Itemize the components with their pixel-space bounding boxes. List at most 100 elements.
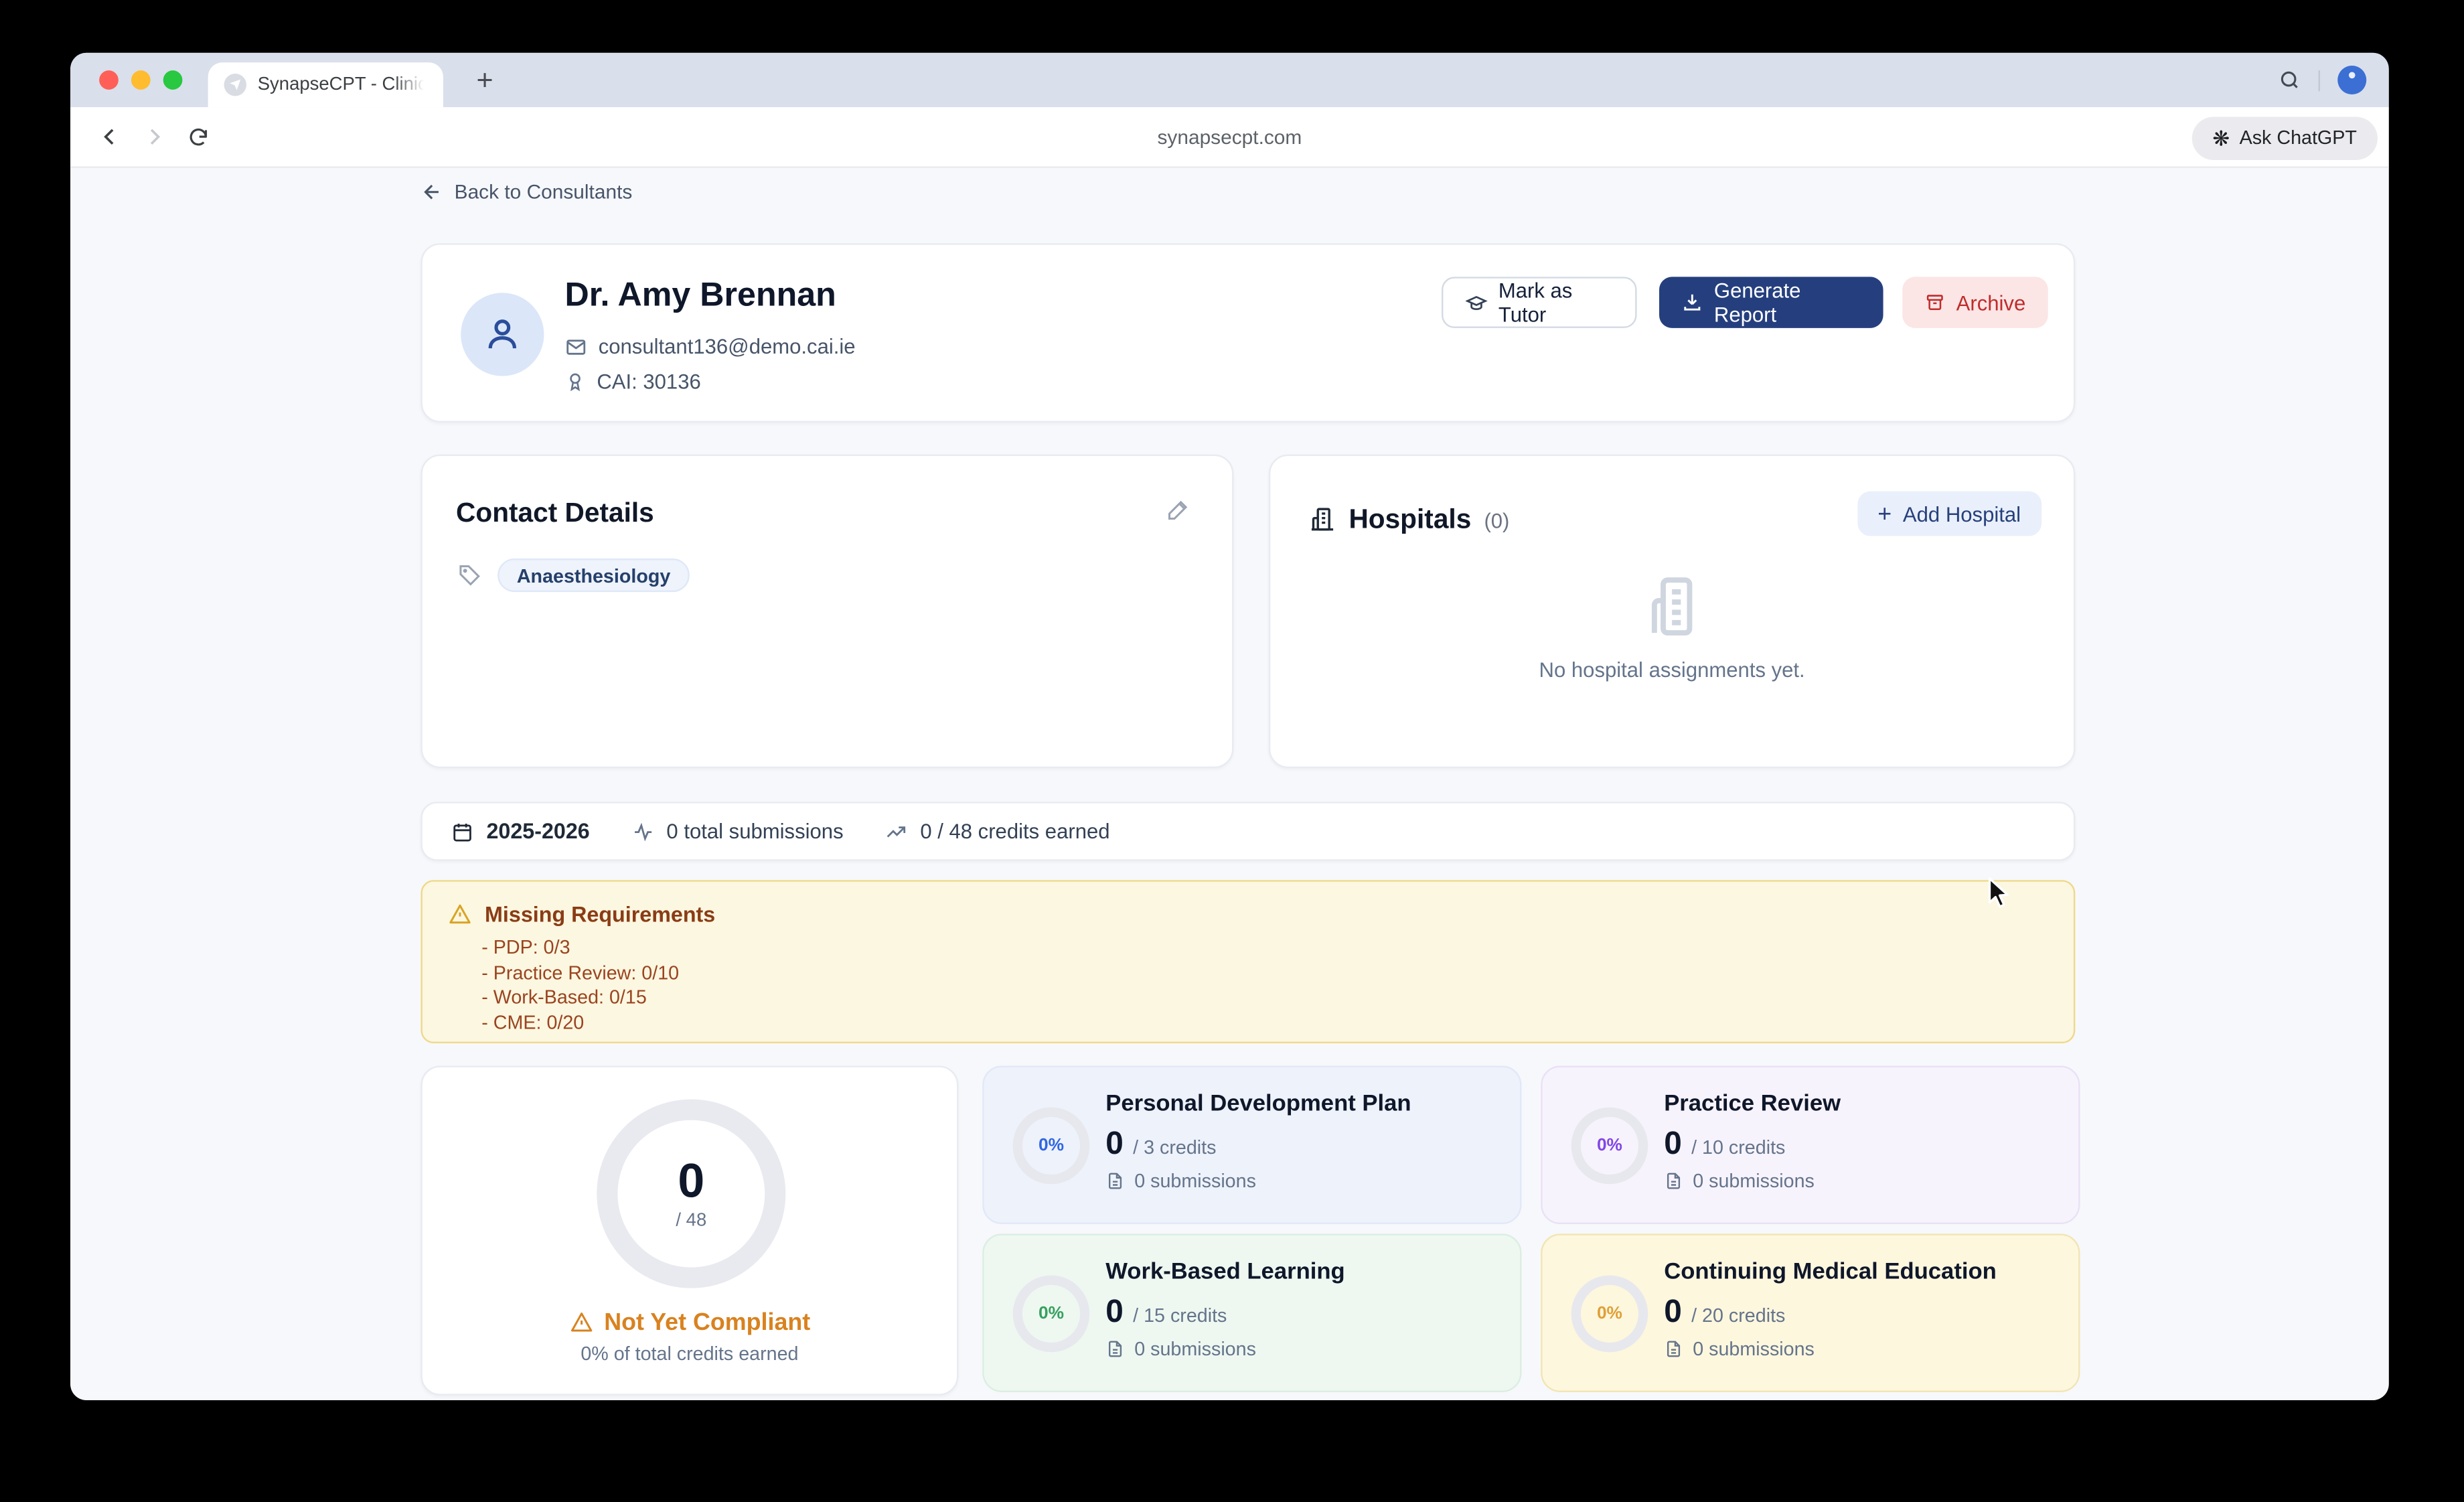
hospitals-title: Hospitals (1349, 504, 1471, 536)
missing-item: - Practice Review: 0/10 (481, 961, 679, 986)
period-stats-bar: 2025-2026 0 total submissions 0 / 48 cre… (420, 802, 2075, 860)
category-progress-ring: 0% (1571, 1108, 1648, 1185)
consultant-email: consultant136@demo.cai.ie (599, 334, 856, 358)
contact-details-title: Contact Details (456, 498, 654, 530)
hospitals-empty-text: No hospital assignments yet. (1270, 658, 2074, 682)
avatar (461, 293, 544, 376)
compliance-summary-card: 0 / 48 Not Yet Compliant 0% of total cre… (420, 1065, 958, 1395)
training-year: 2025-2026 (486, 819, 589, 843)
empty-hospital-icon (1270, 571, 2074, 642)
hospital-building-icon (1309, 506, 1336, 533)
missing-item: - Work-Based: 0/15 (481, 986, 679, 1010)
missing-requirements-list: - PDP: 0/3 - Practice Review: 0/10 - Wor… (481, 936, 679, 1035)
warning-triangle-icon (448, 903, 472, 927)
warning-triangle-icon (569, 1310, 593, 1335)
compliance-credits-total: / 48 (676, 1211, 706, 1230)
document-icon (1664, 1339, 1683, 1359)
graduation-cap-icon (1466, 291, 1487, 315)
contact-details-card: Contact Details Anaesthesiology (420, 455, 1233, 768)
browser-window: SynapseCPT - Clinica + synapsecpt.com (70, 53, 2389, 1400)
award-icon (565, 371, 586, 392)
category-submissions: 0 submissions (1134, 1170, 1256, 1192)
tab-title: SynapseCPT - Clinica (258, 75, 425, 94)
category-submissions: 0 submissions (1693, 1338, 1815, 1360)
search-icon[interactable] (2279, 69, 2301, 91)
add-hospital-button[interactable]: + Add Hospital (1857, 492, 2042, 536)
archive-icon (1925, 291, 1945, 313)
missing-item: - CME: 0/20 (481, 1010, 679, 1035)
reload-icon[interactable] (176, 126, 221, 148)
page-title: Dr. Amy Brennan (565, 277, 836, 315)
ask-chatgpt-button[interactable]: ❋ Ask ChatGPT (2191, 116, 2378, 159)
openai-logo-icon: ❋ (2212, 127, 2230, 148)
tab-favicon-icon (224, 74, 246, 96)
category-card-cme[interactable]: 0% Continuing Medical Education 0 / 20 cr… (1541, 1233, 2080, 1392)
calendar-icon (451, 820, 473, 842)
category-earned: 0 (1105, 1294, 1124, 1331)
category-submissions: 0 submissions (1693, 1170, 1815, 1192)
profile-header-card: Dr. Amy Brennan consultant136@demo.cai.i… (420, 243, 2075, 423)
divider (2319, 70, 2320, 90)
plus-icon: + (1877, 502, 1892, 526)
document-icon (1105, 1171, 1125, 1191)
category-progress-ring: 0% (1571, 1276, 1648, 1353)
ask-chatgpt-label: Ask ChatGPT (2240, 127, 2357, 149)
category-earned: 0 (1664, 1294, 1682, 1331)
browser-tabstrip: SynapseCPT - Clinica + (70, 53, 2389, 107)
compliance-status: Not Yet Compliant (604, 1309, 810, 1337)
hospitals-count: (0) (1484, 509, 1509, 533)
forward-icon[interactable] (131, 125, 176, 149)
compliance-credits-value: 0 (678, 1158, 704, 1206)
download-icon (1681, 291, 1703, 313)
active-tab[interactable]: SynapseCPT - Clinica (208, 62, 443, 107)
mouse-cursor (1987, 877, 2011, 919)
missing-item: - PDP: 0/3 (481, 936, 679, 961)
page-content: Back to Consultants Dr. Amy Brennan cons… (70, 168, 2389, 1400)
person-icon (481, 313, 523, 355)
edit-pencil-icon[interactable] (1166, 498, 1190, 530)
mark-as-tutor-button[interactable]: Mark as Tutor (1442, 277, 1637, 327)
category-earned: 0 (1664, 1126, 1682, 1163)
category-title: Practice Review (1664, 1092, 1841, 1117)
category-title: Personal Development Plan (1105, 1092, 1411, 1117)
new-tab-button[interactable]: + (464, 59, 506, 100)
zoom-window-button[interactable] (163, 70, 183, 90)
category-card-pdp[interactable]: 0% Personal Development Plan 0 / 3 credit… (982, 1065, 1521, 1224)
category-earned: 0 (1105, 1126, 1124, 1163)
compliance-progress-ring: 0 / 48 (597, 1100, 785, 1288)
category-title: Continuing Medical Education (1664, 1260, 1997, 1285)
screen: SynapseCPT - Clinica + synapsecpt.com (0, 0, 2464, 1502)
hospitals-card: Hospitals (0) + Add Hospital No hospital… (1269, 455, 2075, 768)
category-total: / 10 credits (1691, 1136, 1785, 1158)
close-window-button[interactable] (99, 70, 119, 90)
category-card-work-based[interactable]: 0% Work-Based Learning 0 / 15 credits 0 s… (982, 1233, 1521, 1392)
consultant-registration: CAI: 30136 (597, 370, 700, 394)
generate-report-button[interactable]: Generate Report (1659, 277, 1883, 327)
category-submissions: 0 submissions (1134, 1338, 1256, 1360)
category-title: Work-Based Learning (1105, 1260, 1345, 1285)
browser-profile-avatar[interactable] (2337, 66, 2366, 94)
mail-icon (565, 335, 587, 358)
tag-icon (457, 563, 481, 587)
missing-requirements-title: Missing Requirements (485, 903, 715, 927)
compliance-subtext: 0% of total credits earned (422, 1343, 957, 1365)
back-icon[interactable] (86, 125, 131, 149)
archive-button[interactable]: Archive (1902, 277, 2048, 327)
credits-earned: 0 / 48 credits earned (920, 819, 1109, 843)
minimize-window-button[interactable] (131, 70, 151, 90)
document-icon (1664, 1171, 1683, 1191)
window-controls[interactable] (99, 70, 182, 90)
arrow-left-icon (420, 181, 443, 203)
trending-up-icon (885, 820, 907, 842)
activity-icon (631, 820, 653, 842)
category-card-practice-review[interactable]: 0% Practice Review 0 / 10 credits 0 submi… (1541, 1065, 2080, 1224)
category-progress-ring: 0% (1013, 1108, 1090, 1185)
address-bar[interactable]: synapsecpt.com (70, 126, 2389, 148)
document-icon (1105, 1339, 1125, 1359)
category-total: / 15 credits (1133, 1304, 1227, 1327)
category-total: / 3 credits (1133, 1136, 1216, 1158)
category-progress-ring: 0% (1013, 1276, 1090, 1353)
back-to-consultants-link[interactable]: Back to Consultants (420, 181, 632, 203)
category-total: / 20 credits (1691, 1304, 1785, 1327)
total-submissions: 0 total submissions (666, 819, 843, 843)
